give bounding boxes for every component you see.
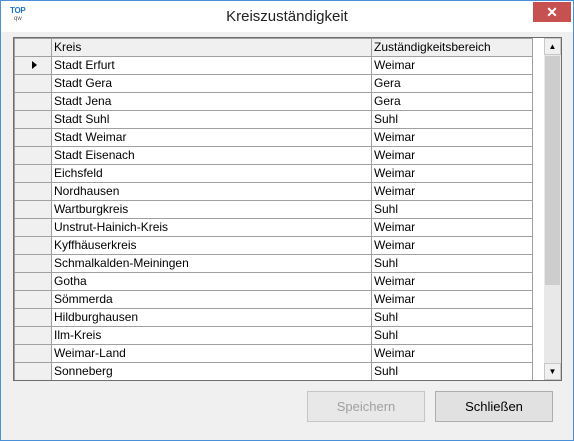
row-selector[interactable] bbox=[14, 164, 52, 183]
table-row[interactable]: Ilm-Kreis Suhl bbox=[14, 326, 533, 345]
table-row[interactable]: Stadt Erfurt Weimar bbox=[14, 56, 533, 75]
table-row[interactable]: Hildburghausen Suhl bbox=[14, 308, 533, 327]
close-window-button[interactable]: ✕ bbox=[533, 2, 571, 22]
table-row[interactable]: Kyffhäuserkreis Weimar bbox=[14, 236, 533, 255]
cell-zustaendigkeitsbereich[interactable]: Suhl bbox=[371, 200, 533, 219]
title-bar: TOP qw Kreiszuständigkeit ✕ bbox=[1, 1, 573, 32]
cell-zustaendigkeitsbereich[interactable]: Weimar bbox=[371, 164, 533, 183]
row-selector[interactable] bbox=[14, 110, 52, 129]
table-header-row: Kreis Zuständigkeitsbereich bbox=[14, 38, 533, 57]
row-selector[interactable] bbox=[14, 182, 52, 201]
table-row[interactable]: Stadt Eisenach Weimar bbox=[14, 146, 533, 165]
cell-zustaendigkeitsbereich[interactable]: Suhl bbox=[371, 254, 533, 273]
cell-kreis[interactable]: Stadt Gera bbox=[51, 74, 372, 93]
row-selector[interactable] bbox=[14, 290, 52, 309]
row-selector[interactable] bbox=[14, 146, 52, 165]
cell-zustaendigkeitsbereich[interactable]: Weimar bbox=[371, 344, 533, 363]
table-row[interactable]: Schmalkalden-Meiningen Suhl bbox=[14, 254, 533, 273]
cell-kreis[interactable]: Hildburghausen bbox=[51, 308, 372, 327]
row-selector[interactable] bbox=[14, 362, 52, 380]
cell-kreis[interactable]: Stadt Suhl bbox=[51, 110, 372, 129]
row-selector[interactable] bbox=[14, 218, 52, 237]
table-row[interactable]: Stadt Suhl Suhl bbox=[14, 110, 533, 129]
cell-zustaendigkeitsbereich[interactable]: Weimar bbox=[371, 128, 533, 147]
table-row[interactable]: Wartburgkreis Suhl bbox=[14, 200, 533, 219]
row-selector[interactable] bbox=[14, 200, 52, 219]
cell-kreis[interactable]: Unstrut-Hainich-Kreis bbox=[51, 218, 372, 237]
cell-zustaendigkeitsbereich[interactable]: Weimar bbox=[371, 56, 533, 75]
cell-zustaendigkeitsbereich[interactable]: Suhl bbox=[371, 326, 533, 345]
row-selector[interactable] bbox=[14, 272, 52, 291]
column-header-kreis[interactable]: Kreis bbox=[51, 38, 372, 57]
cell-zustaendigkeitsbereich[interactable]: Suhl bbox=[371, 362, 533, 380]
cell-zustaendigkeitsbereich[interactable]: Weimar bbox=[371, 272, 533, 291]
cell-kreis[interactable]: Gotha bbox=[51, 272, 372, 291]
row-selector[interactable] bbox=[14, 236, 52, 255]
cell-zustaendigkeitsbereich[interactable]: Gera bbox=[371, 74, 533, 93]
table-row[interactable]: Stadt Gera Gera bbox=[14, 74, 533, 93]
cell-kreis[interactable]: Stadt Weimar bbox=[51, 128, 372, 147]
scroll-up-arrow-icon[interactable]: ▲ bbox=[544, 38, 561, 55]
table-row[interactable]: Unstrut-Hainich-Kreis Weimar bbox=[14, 218, 533, 237]
cell-kreis[interactable]: Nordhausen bbox=[51, 182, 372, 201]
table-row[interactable]: Nordhausen Weimar bbox=[14, 182, 533, 201]
cell-kreis[interactable]: Ilm-Kreis bbox=[51, 326, 372, 345]
row-selector[interactable] bbox=[14, 326, 52, 345]
row-selector-header[interactable] bbox=[14, 38, 52, 57]
cell-kreis[interactable]: Wartburgkreis bbox=[51, 200, 372, 219]
cell-kreis[interactable]: Stadt Jena bbox=[51, 92, 372, 111]
close-button[interactable]: Schließen bbox=[435, 391, 553, 422]
row-selector[interactable] bbox=[14, 254, 52, 273]
table-row[interactable]: Eichsfeld Weimar bbox=[14, 164, 533, 183]
window-title: Kreiszuständigkeit bbox=[226, 8, 348, 25]
scroll-down-arrow-icon[interactable]: ▼ bbox=[544, 363, 561, 380]
table-row[interactable]: Sömmerda Weimar bbox=[14, 290, 533, 309]
cell-zustaendigkeitsbereich[interactable]: Suhl bbox=[371, 308, 533, 327]
cell-kreis[interactable]: Sonneberg bbox=[51, 362, 372, 380]
table-row[interactable]: Gotha Weimar bbox=[14, 272, 533, 291]
row-selector[interactable] bbox=[14, 74, 52, 93]
table-row[interactable]: Sonneberg Suhl bbox=[14, 362, 533, 380]
cell-zustaendigkeitsbereich[interactable]: Weimar bbox=[371, 236, 533, 255]
cell-zustaendigkeitsbereich[interactable]: Weimar bbox=[371, 146, 533, 165]
column-header-zustaendigkeitsbereich[interactable]: Zuständigkeitsbereich bbox=[371, 38, 533, 57]
table-body: Stadt Erfurt Weimar Stadt Gera Gera Stadt Je… bbox=[14, 56, 533, 380]
row-selector[interactable] bbox=[14, 344, 52, 363]
data-grid: Kreis Zuständigkeitsbereich Stadt Erfurt… bbox=[13, 37, 562, 381]
save-button[interactable]: Speichern bbox=[307, 391, 425, 422]
cell-zustaendigkeitsbereich[interactable]: Weimar bbox=[371, 290, 533, 309]
cell-kreis[interactable]: Stadt Eisenach bbox=[51, 146, 372, 165]
cell-kreis[interactable]: Stadt Erfurt bbox=[51, 56, 372, 75]
row-selector[interactable] bbox=[14, 56, 52, 75]
dialog-body: Kreis Zuständigkeitsbereich Stadt Erfurt… bbox=[3, 32, 571, 438]
row-selector[interactable] bbox=[14, 308, 52, 327]
table-row[interactable]: Stadt Jena Gera bbox=[14, 92, 533, 111]
cell-kreis[interactable]: Weimar-Land bbox=[51, 344, 372, 363]
table-row[interactable]: Stadt Weimar Weimar bbox=[14, 128, 533, 147]
row-selector[interactable] bbox=[14, 128, 52, 147]
data-table: Kreis Zuständigkeitsbereich Stadt Erfurt… bbox=[14, 38, 533, 380]
dialog-window: TOP qw Kreiszuständigkeit ✕ Kreis Zustän… bbox=[0, 0, 574, 441]
cell-kreis[interactable]: Sömmerda bbox=[51, 290, 372, 309]
row-selector[interactable] bbox=[14, 92, 52, 111]
cell-kreis[interactable]: Schmalkalden-Meiningen bbox=[51, 254, 372, 273]
cell-kreis[interactable]: Eichsfeld bbox=[51, 164, 372, 183]
cell-zustaendigkeitsbereich[interactable]: Weimar bbox=[371, 218, 533, 237]
cell-zustaendigkeitsbereich[interactable]: Gera bbox=[371, 92, 533, 111]
scrollbar-thumb[interactable] bbox=[545, 56, 560, 285]
table-row[interactable]: Weimar-Land Weimar bbox=[14, 344, 533, 363]
cell-kreis[interactable]: Kyffhäuserkreis bbox=[51, 236, 372, 255]
vertical-scrollbar[interactable]: ▲ ▼ bbox=[544, 38, 561, 380]
cell-zustaendigkeitsbereich[interactable]: Weimar bbox=[371, 182, 533, 201]
current-row-arrow-icon bbox=[32, 61, 37, 69]
cell-zustaendigkeitsbereich[interactable]: Suhl bbox=[371, 110, 533, 129]
